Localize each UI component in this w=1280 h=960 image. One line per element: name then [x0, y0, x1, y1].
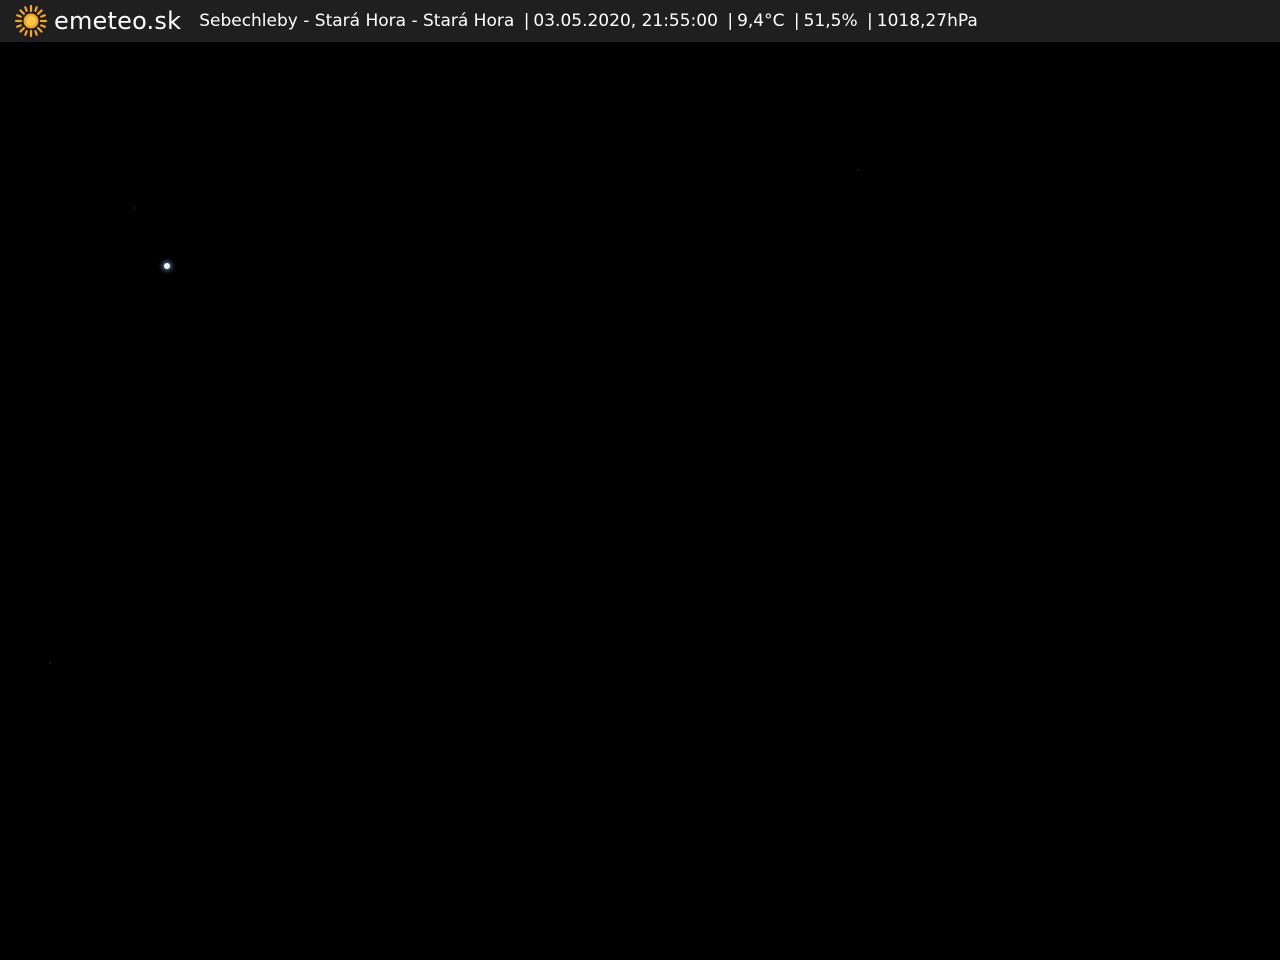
separator: |	[523, 11, 530, 31]
observation-datetime: 03.05.2020, 21:55:00	[533, 11, 718, 31]
night-sky-image	[0, 42, 1280, 960]
faint-star	[133, 207, 135, 209]
temperature-value: 9,4°C	[737, 11, 785, 31]
separator: |	[793, 11, 800, 31]
faint-star	[49, 662, 51, 664]
sun-icon	[14, 4, 48, 38]
brand-name: emeteo.sk	[54, 7, 182, 35]
separator: |	[727, 11, 734, 31]
pressure-value: 1018,27hPa	[876, 11, 978, 31]
separator: |	[867, 11, 873, 31]
logo: emeteo.sk	[14, 0, 181, 42]
webcam-frame: emeteo.sk Sebechleby - Stará Hora - Star…	[0, 0, 1280, 960]
faint-star	[857, 169, 859, 171]
station-location: Sebechleby - Stará Hora - Stará Hora	[199, 11, 515, 31]
station-caption: Sebechleby - Stará Hora - Stará Hora | 03…	[199, 0, 978, 42]
info-bar: emeteo.sk Sebechleby - Stará Hora - Star…	[0, 0, 1280, 42]
bright-star	[164, 263, 170, 269]
humidity-value: 51,5%	[803, 11, 858, 31]
